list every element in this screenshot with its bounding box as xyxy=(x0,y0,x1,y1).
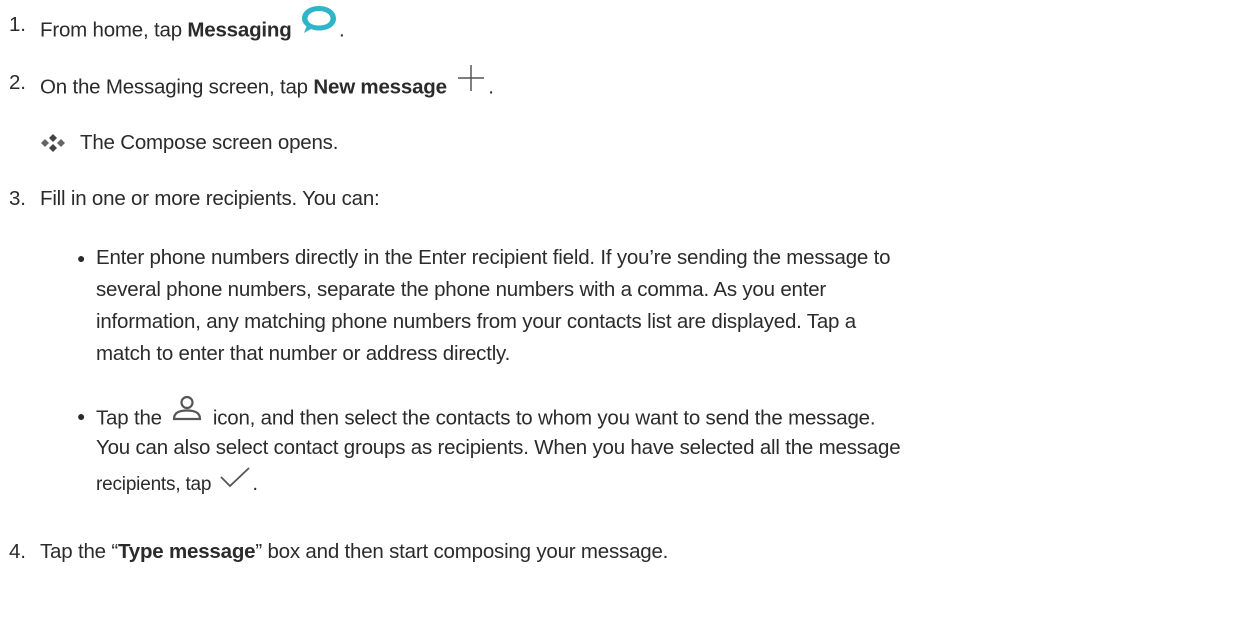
bullet-text: Tap the xyxy=(96,406,168,430)
step-text: ” box and then start composing your mess… xyxy=(255,540,669,563)
step-number: 1. xyxy=(9,13,26,36)
messaging-bubble-icon xyxy=(299,4,339,44)
messaging-label: Messaging xyxy=(187,18,292,42)
bullet-1-line-3: information, any matching phone numbers … xyxy=(96,310,856,333)
checkmark-icon xyxy=(218,466,252,498)
bullet-period: . xyxy=(252,472,258,495)
bullet-2-line-2: You can also select contact groups as re… xyxy=(96,436,901,459)
step-text: From home, tap xyxy=(40,18,188,42)
bullet-text: recipients, tap xyxy=(96,474,217,495)
step-3: 3. Fill in one or more recipients. You c… xyxy=(0,185,1234,217)
step-number: 3. xyxy=(9,187,26,210)
bullet-1-line-2: several phone numbers, separate the phon… xyxy=(96,278,827,301)
step-text: Tap the “ xyxy=(40,540,118,563)
step-period: . xyxy=(488,75,494,99)
step-period: . xyxy=(339,18,345,42)
step-4: 4. Tap the “Type message” box and then s… xyxy=(0,538,1234,570)
step-1: 1. From home, tap Messaging . xyxy=(0,6,1234,43)
bullet-dot: ● xyxy=(77,250,86,266)
step-text: On the Messaging screen, tap xyxy=(40,75,314,99)
contact-person-icon xyxy=(171,395,203,433)
step-text: Fill in one or more recipients. You can: xyxy=(40,187,380,210)
step-number: 2. xyxy=(9,71,26,94)
result-text: The Compose screen opens. xyxy=(80,131,339,154)
step-2: 2. On the Messaging screen, tap New mess… xyxy=(0,65,1234,101)
bullet-1-line-4: match to enter that number or address di… xyxy=(96,342,511,365)
step-number: 4. xyxy=(9,540,26,563)
type-message-label: Type message xyxy=(117,540,256,563)
bullet-text: icon, and then select the contacts to wh… xyxy=(212,406,876,430)
diamond-bullet-icon xyxy=(40,133,66,153)
bullet-dot: ● xyxy=(77,408,86,424)
plus-icon xyxy=(454,63,488,101)
bullet-1-line-1: Enter phone numbers directly in the Ente… xyxy=(96,246,891,269)
new-message-label: New message xyxy=(313,75,447,99)
bullet-2-line-3: recipients, tap . xyxy=(96,466,258,501)
